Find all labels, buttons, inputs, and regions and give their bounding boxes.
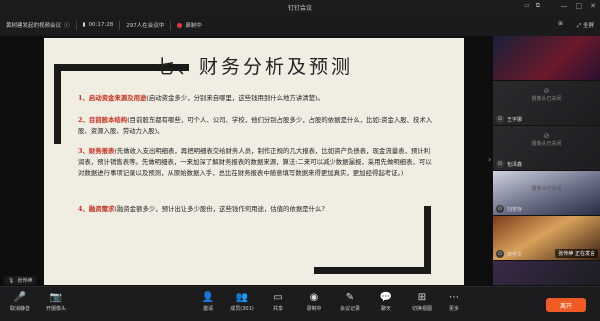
record-icon: ◉ [309,292,319,303]
signal-icon: ▮ [82,22,86,28]
notes-icon: ✎ [345,292,355,303]
meeting-name[interactable]: 黄树建发起的视频会议 ⓘ [6,21,70,29]
slide-paragraph-4: 4、融资需求(融资金额多少，预计出让多少股份，这些钱作何用途，估值的依据是什么? [78,205,325,213]
slide-paragraph-2: 2、目前股本结构(目前股东都有哪些，可个人、公司、学校，他们分别占股多少，占股的… [78,116,433,135]
mic-muted-icon: ∅ [496,115,504,123]
participant-tile[interactable]: ⊘ 摄像头已关闭 ∅ 王宇娜 [493,81,600,126]
meeting-timer: ▮ 00:17:28 [82,22,114,28]
share-icon: ▭ [273,292,283,303]
meeting-info-bar: 黄树建发起的视频会议 ⓘ ▮ 00:17:28 297人在会议中 录制中 ⊞ ⤢… [0,14,600,36]
maximize-icon[interactable]: □ [576,2,583,10]
fullscreen-button[interactable]: ⤢ 全屏 [577,21,594,30]
meeting-toolbar: 🎤 取消静音 📷 开摄像头 👤 邀请 👥 成员(301) ▭ 共享 ◉ 录制中 … [0,286,600,321]
mic-muted-icon: ∅ [496,205,504,213]
monitor-icon[interactable]: ▭ [524,2,530,10]
participant-tile[interactable]: 摄像头已关闭 ∅ 刘安存 [493,171,600,216]
window-title: 钉钉会议 [287,4,312,12]
invite-button[interactable]: 👤 邀请 [190,291,226,312]
participant-video [493,261,600,285]
invite-icon: 👤 [201,292,215,303]
participant-tile[interactable]: ∅ 宋宇文 张传绅 正在发言 [493,216,600,261]
chat-icon: 💬 [379,292,393,303]
title-bar: 钉钉会议 ▭ ⧉ — □ ✕ [0,0,600,14]
mic-muted-icon: ∅ [496,250,504,258]
camera-icon: 📷 [49,292,63,303]
more-icon: ⋯ [449,292,459,303]
info-icon: ⓘ [64,23,70,29]
divider [75,20,77,30]
camera-button[interactable]: 📷 开摄像头 [38,291,74,312]
recording-status: 录制中 [177,21,202,29]
slide-paragraph-3: 3、财务报表(先做收入支出明细表，再把明细表交给财务人员，制作正规的几大报表，比… [78,147,432,177]
divider [170,20,172,30]
active-speaker-indicator: 🎙 张传绅 [4,276,37,285]
participant-tile[interactable]: ⊘ 摄像头已关闭 ∅ 包泽鑫 [493,126,600,171]
participant-nametag: ∅ 宋宇文 [496,250,523,258]
participant-nametag: ∅ 王宇娜 [496,115,523,123]
mic-muted-icon: ∅ [496,160,504,168]
meeting-notes-button[interactable]: ✎ 会议记录 [332,291,368,312]
members-icon: 👥 [235,292,249,303]
participant-nametag: ∅ 包泽鑫 [496,160,523,168]
speaking-indicator: 张传绅 正在发言 [555,249,598,258]
participant-panel: ⊘ 摄像头已关闭 ∅ 王宇娜 ⊘ 摄像头已关闭 ∅ 包泽鑫 摄像头已关闭 ∅ 刘… [493,36,600,286]
presentation-slide: 七、财务分析及预测 1、启动资金来源及用途(启动资金多少，分别来自哪里，这些钱用… [44,38,464,285]
camera-off-icon: ⊘ [543,87,550,95]
participant-video [493,36,600,80]
chat-button[interactable]: 💬 聊天 [368,291,404,312]
switch-view-button[interactable]: ⊞ 切换视图 [404,291,440,312]
divider [119,20,121,30]
participant-tile[interactable] [493,261,600,286]
shared-screen-stage: 七、财务分析及预测 1、启动资金来源及用途(启动资金多少，分别来自哪里，这些钱用… [0,36,493,286]
minimize-icon[interactable]: — [561,2,568,10]
layout-icon[interactable]: ⧉ [536,2,540,10]
slide-title: 七、财务分析及预测 [154,56,353,78]
participant-nametag: ∅ 刘安存 [496,205,523,213]
share-button[interactable]: ▭ 共享 [260,291,296,312]
members-button[interactable]: 👥 成员(301) [224,291,260,312]
unmute-button[interactable]: 🎤 取消静音 [2,291,38,312]
camera-off-icon: ⊘ [543,132,550,140]
mic-icon: 🎙 [8,277,15,284]
grid-view-icon[interactable]: ⊞ [558,21,563,30]
mic-off-icon: 🎤 [13,292,27,303]
slide-decor-bar-bottom [314,267,431,274]
recording-button[interactable]: ◉ 录制中 [296,291,332,312]
recording-dot-icon [177,22,183,28]
leave-button[interactable]: 离开 [546,298,586,312]
more-button[interactable]: ⋯ 更多 [436,291,472,312]
view-icon: ⊞ [417,292,427,303]
participant-tile[interactable] [493,36,600,81]
slide-paragraph-1: 1、启动资金来源及用途(启动资金多少，分别来自哪里，这些钱用到什么地方讲清楚)。 [78,94,324,102]
slide-decor-bar-right [424,206,431,274]
close-icon[interactable]: ✕ [590,2,596,10]
participant-count: 297人在会议中 [126,23,165,29]
